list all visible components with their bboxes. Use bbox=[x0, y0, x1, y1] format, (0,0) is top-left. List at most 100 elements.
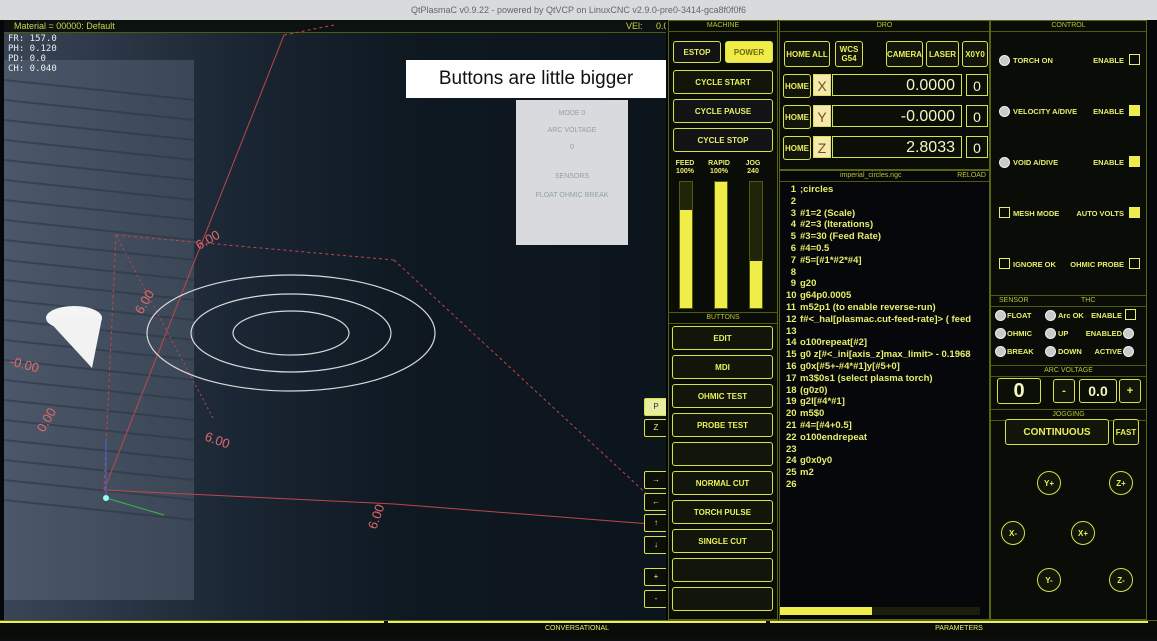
jog-label: JOG 240 bbox=[745, 160, 761, 175]
probe-test-button[interactable]: PROBE TEST bbox=[672, 413, 773, 437]
control-row-checkbox[interactable] bbox=[1129, 207, 1140, 218]
home-y-button[interactable]: HOME bbox=[783, 105, 811, 129]
pan-right-button[interactable]: → bbox=[644, 471, 666, 489]
gcode-lines[interactable]: 1 ;circles 2 3 #1=2 (Scale) 4 #2=3 (Iterations… bbox=[780, 182, 989, 491]
jog-z-plus-button[interactable]: Z+ bbox=[1109, 471, 1133, 495]
option-checkbox[interactable] bbox=[999, 258, 1010, 269]
user-button-10[interactable] bbox=[672, 587, 773, 611]
feed-slider[interactable] bbox=[679, 181, 693, 309]
user-button-5[interactable] bbox=[672, 442, 773, 466]
gcode-line-number: 18 bbox=[786, 384, 797, 396]
thc-led-icon bbox=[1045, 346, 1056, 357]
gcode-line[interactable]: 9 g20 bbox=[780, 278, 989, 290]
zoom-in-button[interactable]: + bbox=[644, 568, 666, 586]
gcode-line[interactable]: 12 f#<_hal[plasmac.cut-feed-rate]> ( feed bbox=[780, 314, 989, 326]
user-button-9[interactable] bbox=[672, 558, 773, 582]
arc-offset-plus-button[interactable]: + bbox=[1119, 379, 1141, 403]
cycle-start-button[interactable]: CYCLE START bbox=[673, 70, 773, 94]
torch-pulse-button[interactable]: TORCH PULSE bbox=[672, 500, 773, 524]
gcode-line[interactable]: 8 bbox=[780, 267, 989, 279]
cycle-stop-button[interactable]: CYCLE STOP bbox=[673, 128, 773, 152]
reload-button[interactable]: RELOAD bbox=[957, 171, 986, 181]
gcode-line[interactable]: 3 #1=2 (Scale) bbox=[780, 208, 989, 220]
gcode-line-number: 8 bbox=[790, 266, 796, 278]
power-button[interactable]: POWER bbox=[725, 41, 773, 63]
pan-up-button[interactable]: ↑ bbox=[644, 514, 666, 532]
view-p-button[interactable]: P bbox=[644, 398, 666, 416]
annotation-callout: Buttons are little bigger bbox=[406, 60, 666, 98]
rapid-label: RAPID 100% bbox=[708, 160, 730, 175]
gcode-line[interactable]: 19 g2I[#4*#1] bbox=[780, 396, 989, 408]
jog-x-plus-button[interactable]: X+ bbox=[1071, 521, 1095, 545]
rapid-slider[interactable] bbox=[714, 181, 728, 309]
buttons-label: BUTTONS bbox=[669, 312, 777, 324]
zoom-out-button[interactable]: - bbox=[644, 590, 666, 608]
single-cut-button[interactable]: SINGLE CUT bbox=[672, 529, 773, 553]
control-row-checkbox[interactable] bbox=[1129, 156, 1140, 167]
gcode-line[interactable]: 2 bbox=[780, 196, 989, 208]
thc-enable-checkbox[interactable] bbox=[1125, 309, 1136, 320]
edit-button[interactable]: EDIT bbox=[672, 326, 773, 350]
gcode-line[interactable]: 16 g0x[#5+-#4*#1]y[#5+0] bbox=[780, 361, 989, 373]
gcode-line[interactable]: 10 g64p0.0005 bbox=[780, 290, 989, 302]
gcode-line-number: 17 bbox=[786, 372, 797, 384]
x0y0-button[interactable]: X0Y0 bbox=[962, 41, 988, 67]
estop-button[interactable]: ESTOP bbox=[673, 41, 721, 63]
home-x-button[interactable]: HOME bbox=[783, 74, 811, 98]
gcode-line[interactable]: 15 g0 z[#<_ini[axis_z]max_limit> - 0.1968 bbox=[780, 349, 989, 361]
laser-button[interactable]: LASER bbox=[926, 41, 959, 67]
gcode-line-number: 19 bbox=[786, 396, 797, 408]
wcs-button[interactable]: WCS G54 bbox=[835, 41, 863, 67]
jog-x-minus-button[interactable]: X- bbox=[1001, 521, 1025, 545]
gcode-line-text: f#<_hal[plasmac.cut-feed-rate]> ( feed bbox=[800, 313, 972, 325]
home-all-button[interactable]: HOME ALL bbox=[784, 41, 830, 67]
tab-main[interactable] bbox=[0, 621, 384, 641]
gcode-line[interactable]: 20 m5$0 bbox=[780, 408, 989, 420]
cycle-pause-button[interactable]: CYCLE PAUSE bbox=[673, 99, 773, 123]
gcode-line[interactable]: 1 ;circles bbox=[780, 184, 989, 196]
gcode-line[interactable]: 26 bbox=[780, 479, 989, 491]
gcode-line[interactable]: 24 g0x0y0 bbox=[780, 455, 989, 467]
gcode-line[interactable]: 22 o100endrepeat bbox=[780, 432, 989, 444]
home-z-button[interactable]: HOME bbox=[783, 136, 811, 160]
fast-jog-button[interactable]: FAST bbox=[1113, 419, 1139, 445]
gcode-line[interactable]: 25 m2 bbox=[780, 467, 989, 479]
gcode-line[interactable]: 5 #3=30 (Feed Rate) bbox=[780, 231, 989, 243]
control-row-checkbox[interactable] bbox=[1129, 54, 1140, 65]
gcode-line[interactable]: 11 m52p1 (to enable reverse-run) bbox=[780, 302, 989, 314]
jog-y-minus-button[interactable]: Y- bbox=[1037, 568, 1061, 592]
jog-y-plus-button[interactable]: Y+ bbox=[1037, 471, 1061, 495]
tab-conversational[interactable]: CONVERSATIONAL bbox=[388, 621, 766, 641]
gcode-line[interactable]: 4 #2=3 (Iterations) bbox=[780, 219, 989, 231]
gcode-line[interactable]: 13 bbox=[780, 326, 989, 338]
pan-down-button[interactable]: ↓ bbox=[644, 536, 666, 554]
ohmic-test-button[interactable]: OHMIC TEST bbox=[672, 384, 773, 408]
gcode-line-text: #3=30 (Feed Rate) bbox=[800, 231, 882, 243]
gcode-preview[interactable]: Material = 00000: Default VEl: 0.0 bbox=[4, 20, 666, 620]
pan-left-button[interactable]: ← bbox=[644, 493, 666, 511]
jog-slider[interactable] bbox=[749, 181, 763, 309]
gcode-line[interactable]: 7 #5=[#1*#2*#4] bbox=[780, 255, 989, 267]
continuous-jog-button[interactable]: CONTINUOUS bbox=[1005, 419, 1109, 445]
gcode-line[interactable]: 23 bbox=[780, 444, 989, 456]
tab-parameters[interactable]: PARAMETERS bbox=[770, 621, 1148, 641]
gcode-line[interactable]: 18 (g0z0) bbox=[780, 385, 989, 397]
jog-z-minus-button[interactable]: Z- bbox=[1109, 568, 1133, 592]
control-row-checkbox[interactable] bbox=[1129, 105, 1140, 116]
gcode-line[interactable]: 6 #4=0.5 bbox=[780, 243, 989, 255]
thc-state-led-icon bbox=[1123, 346, 1134, 357]
view-z-button[interactable]: Z bbox=[644, 419, 666, 437]
zero-z-button[interactable]: 0 bbox=[966, 136, 988, 158]
gcode-line[interactable]: 21 #4=[#4+0.5] bbox=[780, 420, 989, 432]
control-row-checkbox[interactable] bbox=[1129, 258, 1140, 269]
option-checkbox[interactable] bbox=[999, 207, 1010, 218]
gcode-line[interactable]: 17 m3$0s1 (select plasma torch) bbox=[780, 373, 989, 385]
camera-button[interactable]: CAMERA bbox=[886, 41, 923, 67]
zero-y-button[interactable]: 0 bbox=[966, 105, 988, 127]
gcode-line[interactable]: 14 o100repeat[#2] bbox=[780, 337, 989, 349]
arc-offset-minus-button[interactable]: - bbox=[1053, 379, 1075, 403]
zero-x-button[interactable]: 0 bbox=[966, 74, 988, 96]
mdi-button[interactable]: MDI bbox=[672, 355, 773, 379]
normal-cut-button[interactable]: NORMAL CUT bbox=[672, 471, 773, 495]
gcode-editor[interactable]: imperial_circles.ngc RELOAD 1 ;circles 2 3 #… bbox=[779, 170, 990, 620]
